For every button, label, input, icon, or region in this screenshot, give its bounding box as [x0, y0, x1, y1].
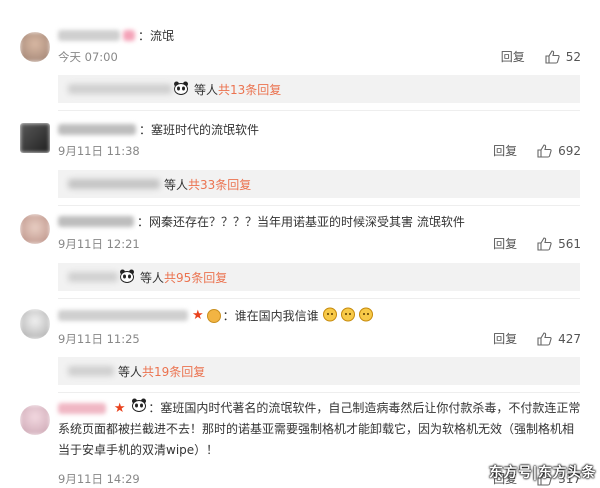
comment-time: 9月11日 14:29 — [58, 472, 140, 486]
username-blurred[interactable] — [58, 124, 136, 135]
member-badge-icon — [206, 308, 221, 323]
comment-actions: 回复 692 — [493, 142, 581, 159]
view-replies-link[interactable]: 共95条回复 — [164, 269, 227, 286]
reply-button[interactable]: 回复 — [493, 235, 517, 252]
thumbs-up-icon — [537, 236, 552, 251]
comment-author-line: ★ ：谁在国内我信谁 — [58, 306, 376, 325]
reply-button[interactable]: 回复 — [493, 330, 517, 347]
comment-actions: 回复 561 — [493, 235, 581, 252]
comment-text: ：谁在国内我信谁 — [222, 309, 319, 323]
comment-author-line: ：塞班时代的流氓软件 — [58, 121, 259, 138]
comment-text: ：网秦还存在？？？？当年用诺基亚的时候深受其害 流氓软件 — [137, 215, 465, 229]
star-badge-icon: ★ — [192, 308, 204, 323]
like-count: 692 — [558, 143, 581, 158]
panda-emoji-icon — [119, 269, 135, 286]
comment-author-line: ：网秦还存在？？？？当年用诺基亚的时候深受其害 流氓软件 — [58, 213, 465, 230]
comment-time: 9月11日 11:38 — [58, 144, 140, 158]
like-button[interactable]: 52 — [545, 50, 581, 64]
thumbs-up-icon — [537, 143, 552, 158]
comment-time: 9月11日 12:21 — [58, 237, 140, 251]
panda-emoji-icon — [131, 398, 147, 419]
username-blurred[interactable] — [58, 403, 106, 414]
comment-time: 今天 07:00 — [58, 50, 118, 64]
thumbs-up-icon — [537, 331, 552, 346]
view-replies-link[interactable]: 共19条回复 — [142, 363, 205, 380]
like-count: 561 — [558, 236, 581, 251]
replies-preview: 等人 共19条回复 — [58, 357, 580, 385]
reply-button[interactable]: 回复 — [501, 48, 525, 65]
replies-preview: 等人 共33条回复 — [58, 170, 580, 198]
like-button[interactable]: 561 — [537, 237, 581, 251]
reply-button[interactable]: 回复 — [493, 142, 517, 159]
username-blurred[interactable] — [58, 30, 120, 41]
comment-body: ★ ：塞班国内时代著名的流氓软件，自己制造病毒然后让你付款杀毒，不付款连正常系统… — [58, 398, 583, 461]
like-button[interactable]: 427 — [537, 332, 581, 346]
avatar[interactable] — [20, 405, 50, 435]
star-badge-icon: ★ — [113, 401, 126, 416]
panda-emoji-icon — [173, 81, 189, 98]
emoji-icons — [322, 306, 376, 325]
divider — [58, 110, 580, 111]
comment-text: ：流氓 — [138, 29, 175, 43]
comment-time: 9月11日 11:25 — [58, 332, 140, 346]
username-blurred[interactable] — [58, 216, 134, 227]
avatar[interactable] — [20, 309, 50, 339]
divider — [58, 205, 580, 206]
comment-actions: 回复 52 — [501, 48, 581, 65]
divider — [58, 392, 580, 393]
like-button[interactable]: 692 — [537, 144, 581, 158]
replies-preview: 等人 共95条回复 — [58, 263, 580, 291]
avatar[interactable] — [20, 32, 50, 62]
thumbs-up-icon — [545, 49, 560, 64]
like-count: 427 — [558, 331, 581, 346]
username-blurred[interactable] — [58, 310, 188, 321]
like-count: 52 — [565, 49, 581, 64]
replies-preview: 等人 共13条回复 — [58, 75, 580, 103]
watermark: 东方号|东方头条 — [488, 465, 596, 481]
view-replies-link[interactable]: 共13条回复 — [218, 81, 281, 98]
divider — [58, 298, 580, 299]
avatar[interactable] — [20, 123, 50, 153]
view-replies-link[interactable]: 共33条回复 — [188, 176, 251, 193]
comment-actions: 回复 427 — [493, 330, 581, 347]
comment-author-line: ：流氓 — [58, 27, 174, 44]
avatar[interactable] — [20, 214, 50, 244]
comment-text: ：塞班时代的流氓软件 — [139, 123, 260, 137]
